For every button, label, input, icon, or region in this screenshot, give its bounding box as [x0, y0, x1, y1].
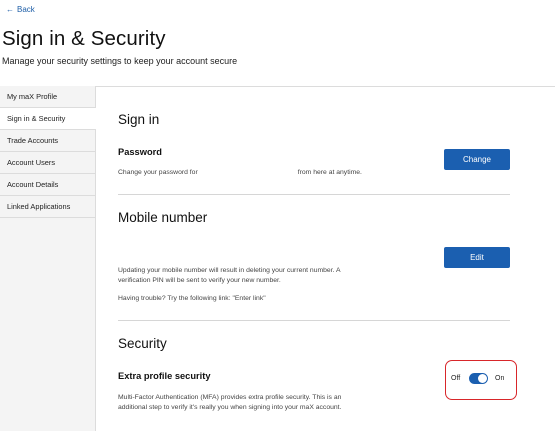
mfa-toggle-highlight: Off On	[445, 360, 517, 400]
sidebar-item-trade-accounts[interactable]: Trade Accounts	[0, 130, 95, 152]
mobile-desc-line-2: verification PIN will be sent to verify …	[118, 277, 281, 284]
back-link[interactable]: ← Back	[6, 5, 35, 14]
password-desc-suffix: from here at anytime.	[297, 169, 362, 176]
sidebar-item-account-users[interactable]: Account Users	[0, 152, 95, 174]
toggle-off-label: Off	[451, 375, 461, 382]
mobile-desc-line-1: Updating your mobile number will result …	[118, 267, 341, 274]
mobile-number-heading: Mobile number	[118, 210, 208, 225]
toggle-on-label: On	[495, 375, 505, 382]
mobile-help-text: Having trouble? Try the following link: …	[118, 295, 266, 302]
arrow-left-icon: ←	[6, 5, 14, 14]
password-desc-prefix: Change your password for	[118, 169, 198, 176]
extra-profile-security-label: Extra profile security	[118, 371, 211, 381]
toggle-knob	[478, 374, 487, 383]
divider	[118, 194, 510, 195]
sidebar-item-linked-applications[interactable]: Linked Applications	[0, 196, 95, 218]
sign-in-heading: Sign in	[118, 112, 160, 127]
mfa-desc-line-2: additional step to verify it's really yo…	[118, 404, 342, 411]
sidebar-item-sign-in-security[interactable]: Sign in & Security	[0, 108, 96, 130]
divider	[118, 320, 510, 321]
page-subtitle: Manage your security settings to keep yo…	[2, 56, 238, 66]
page-title: Sign in & Security	[2, 27, 166, 50]
mfa-description: Multi-Factor Authentication (MFA) provid…	[118, 393, 341, 413]
password-description: Change your password for from here at any…	[118, 168, 362, 178]
sidebar-item-my-max-profile[interactable]: My maX Profile	[0, 86, 95, 108]
mfa-desc-line-1: Multi-Factor Authentication (MFA) provid…	[118, 394, 342, 401]
back-label: Back	[17, 5, 35, 14]
sidebar-item-account-details[interactable]: Account Details	[0, 174, 95, 196]
mobile-description: Updating your mobile number will result …	[118, 266, 341, 286]
password-label: Password	[118, 147, 162, 157]
sidebar: My maX Profile Sign in & Security Trade …	[0, 86, 96, 431]
security-heading: Security	[118, 336, 167, 351]
mfa-toggle-switch[interactable]	[469, 373, 488, 384]
change-password-button[interactable]: Change	[444, 149, 510, 170]
edit-mobile-button[interactable]: Edit	[444, 247, 510, 268]
